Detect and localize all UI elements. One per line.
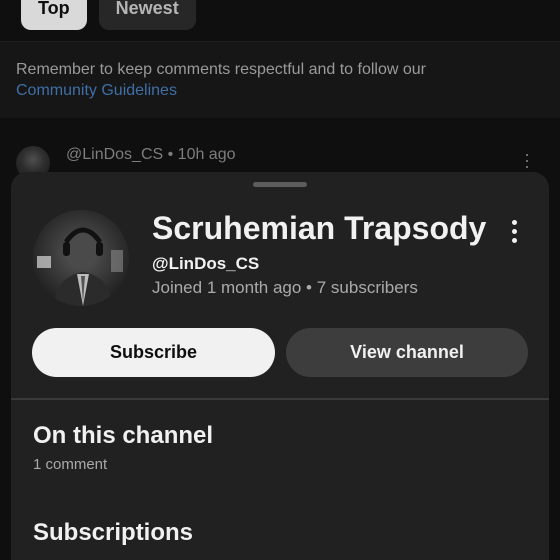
chip-newest[interactable]: Newest [98,0,196,30]
channel-handle: @LinDos_CS [152,254,260,273]
channel-avatar[interactable] [33,210,129,306]
comment-meta: @LinDos_CS • 10h ago [66,146,236,163]
view-channel-button[interactable]: View channel [286,328,528,377]
comment-sort-chips: Top Newest [21,0,196,30]
channel-joined-info: Joined 1 month ago • 7 subscribers [152,278,418,297]
community-guidelines-link[interactable]: Community Guidelines [16,80,177,102]
comments-page: Top Newest Remember to keep comments res… [0,0,560,560]
more-vert-icon[interactable] [507,220,521,248]
chip-top[interactable]: Top [21,0,87,30]
subscribe-button[interactable]: Subscribe [32,328,275,377]
on-this-channel-heading: On this channel [33,422,214,449]
guidelines-notice-text: Remember to keep comments respectful and… [16,61,426,78]
drag-handle[interactable] [253,182,307,187]
channel-bottom-sheet: Scruhemian Trapsody @LinDos_CS Joined 1 … [11,172,549,560]
channel-name: Scruhemian Trapsody [152,210,487,246]
on-this-channel-count[interactable]: 1 comment [33,456,107,473]
subscriptions-heading: Subscriptions [33,519,194,546]
sheet-divider [11,398,549,400]
channel-avatar-image [33,210,129,306]
comment-more-icon[interactable]: · · · [524,145,530,175]
